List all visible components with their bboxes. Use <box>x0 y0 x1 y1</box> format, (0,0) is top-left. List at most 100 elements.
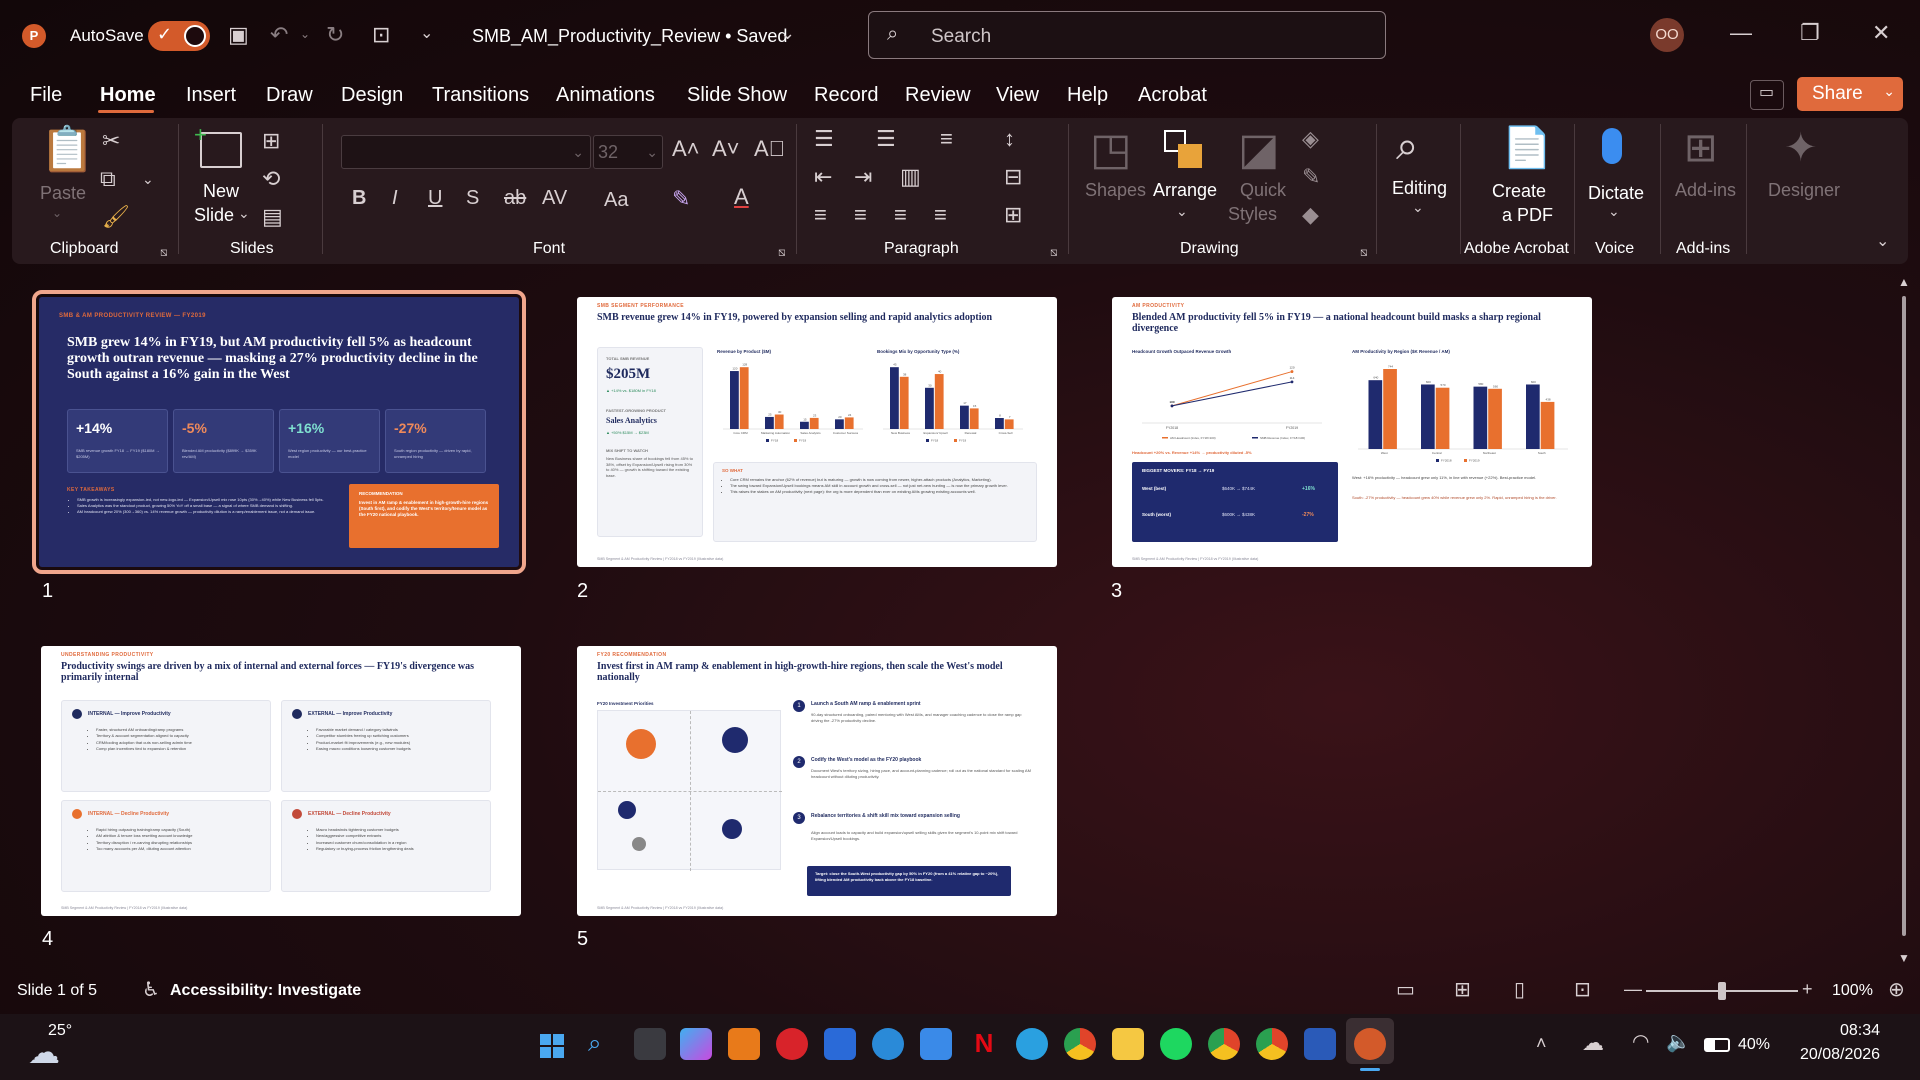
tab-design[interactable]: Design <box>341 84 403 107</box>
text-direction-icon[interactable]: ↕ <box>1004 128 1015 150</box>
align-left-icon[interactable]: ≡ <box>814 204 827 226</box>
align-text-icon[interactable]: ⊟ <box>1004 166 1022 188</box>
align-right-icon[interactable]: ≡ <box>894 204 907 226</box>
numbering-icon[interactable]: ☰ <box>876 128 896 150</box>
shapes-icon[interactable]: ◳ <box>1090 128 1132 172</box>
create-pdf-icon[interactable]: 📄 <box>1502 128 1552 168</box>
close-icon[interactable]: ✕ <box>1872 22 1890 44</box>
new-slide-icon[interactable]: + <box>194 122 242 168</box>
shape-fill-icon[interactable]: ◈ <box>1302 128 1319 150</box>
font-family-select[interactable]: ⌄ <box>341 135 591 169</box>
underline-icon[interactable]: U <box>428 188 442 208</box>
clear-formatting-icon[interactable]: A⃠ <box>754 138 785 160</box>
increase-indent-icon[interactable]: ⇥ <box>854 166 872 188</box>
bullets-icon[interactable]: ☰ <box>814 128 834 150</box>
tab-file[interactable]: File <box>30 84 62 107</box>
undo-icon[interactable]: ↶ <box>270 24 288 46</box>
scroll-up-icon[interactable]: ▲ <box>1898 276 1910 288</box>
addins-icon[interactable]: ⊞ <box>1684 128 1718 168</box>
addins-label[interactable]: Add-ins <box>1675 180 1736 201</box>
arrange-icon[interactable] <box>1164 130 1204 170</box>
redo-icon[interactable]: ↻ <box>326 24 344 46</box>
bold-icon[interactable]: B <box>352 188 366 208</box>
tab-review[interactable]: Review <box>905 84 971 107</box>
minimize-icon[interactable]: — <box>1730 22 1752 44</box>
document-title[interactable]: SMB_AM_Productivity_Review • Saved <box>472 26 787 47</box>
paste-icon[interactable]: 📋 <box>40 128 95 172</box>
word-icon[interactable] <box>1304 1028 1336 1060</box>
present-icon[interactable]: ⊡ <box>372 24 390 46</box>
slide-sorter-view-icon[interactable]: ⊞ <box>1454 980 1471 1000</box>
app-icon[interactable] <box>920 1028 952 1060</box>
create-pdf-label-1[interactable]: Create <box>1492 181 1546 202</box>
chrome-profile-2-icon[interactable] <box>1256 1028 1288 1060</box>
scrollbar-thumb[interactable] <box>1902 296 1906 936</box>
slide-thumbnail-4[interactable]: UNDERSTANDING PRODUCTIVITY Productivity … <box>41 646 521 916</box>
strikethrough-icon[interactable]: ab <box>504 188 526 208</box>
new-slide-label-2[interactable]: Slide <box>194 205 234 226</box>
font-launcher-icon[interactable]: ⧅ <box>778 246 786 258</box>
taskbar-search-icon[interactable]: ⌕ <box>588 1032 601 1056</box>
dictate-label[interactable]: Dictate <box>1588 183 1644 204</box>
zoom-slider-thumb[interactable] <box>1718 982 1726 1000</box>
undo-dropdown-icon[interactable]: ⌄ <box>300 28 310 40</box>
shape-effects-icon[interactable]: ◆ <box>1302 204 1319 226</box>
decrease-indent-icon[interactable]: ⇤ <box>814 166 832 188</box>
designer-label[interactable]: Designer <box>1768 180 1840 201</box>
reading-view-icon[interactable]: ▯ <box>1514 980 1525 1000</box>
drawing-launcher-icon[interactable]: ⧅ <box>1360 246 1368 258</box>
autosave-toggle[interactable]: ✓ <box>148 21 210 51</box>
paste-dropdown-icon[interactable]: ⌄ <box>52 207 62 219</box>
arrange-label[interactable]: Arrange <box>1153 180 1217 201</box>
tab-animations[interactable]: Animations <box>556 84 655 107</box>
accessibility-status[interactable]: Accessibility: Investigate <box>170 982 361 1000</box>
file-explorer-icon[interactable] <box>1112 1028 1144 1060</box>
search-box[interactable]: ⌕ Search <box>868 11 1386 59</box>
store-icon[interactable] <box>824 1028 856 1060</box>
tab-home[interactable]: Home <box>100 84 156 107</box>
avatar[interactable]: OO <box>1650 18 1684 52</box>
copilot-icon[interactable] <box>680 1028 712 1060</box>
zoom-out-icon[interactable]: — <box>1624 980 1642 998</box>
line-spacing-icon[interactable]: ≡ <box>940 128 953 150</box>
clock-time[interactable]: 08:34 <box>1840 1022 1880 1040</box>
change-case-icon[interactable]: Aa <box>604 190 628 210</box>
quick-styles-label-1[interactable]: Quick <box>1240 180 1286 201</box>
slide-thumbnail-2[interactable]: SMB SEGMENT PERFORMANCE SMB revenue grew… <box>577 297 1057 567</box>
tab-insert[interactable]: Insert <box>186 84 236 107</box>
dictate-dropdown-icon[interactable]: ⌄ <box>1608 204 1620 218</box>
powerpoint-taskbar-icon[interactable] <box>1354 1028 1386 1060</box>
slide-thumbnail-1[interactable]: SMB & AM PRODUCTIVITY REVIEW — FY2019 SM… <box>32 290 526 574</box>
pinterest-icon[interactable] <box>776 1028 808 1060</box>
microphone-icon[interactable] <box>1602 128 1622 164</box>
zoom-slider[interactable] <box>1646 982 1798 1000</box>
netflix-icon[interactable]: N <box>968 1028 1000 1060</box>
copy-icon[interactable]: ⧉ <box>100 168 116 190</box>
restore-icon[interactable]: ❐ <box>1800 22 1820 44</box>
spotify-icon[interactable] <box>1160 1028 1192 1060</box>
show-hidden-icons[interactable]: ˄ <box>1536 1034 1547 1052</box>
collapse-ribbon-icon[interactable]: ⌄ <box>1876 234 1889 250</box>
weather-cloud-icon[interactable]: ☁ <box>28 1036 60 1068</box>
shapes-label[interactable]: Shapes <box>1085 180 1146 201</box>
tab-slide-show[interactable]: Slide Show <box>687 84 787 107</box>
quick-styles-label-2[interactable]: Styles <box>1228 204 1277 225</box>
quick-styles-icon[interactable]: ◪ <box>1238 128 1280 172</box>
save-icon[interactable]: ▣ <box>228 24 249 46</box>
telegram-icon[interactable] <box>1016 1028 1048 1060</box>
font-color-icon[interactable]: A <box>734 186 749 208</box>
section-icon[interactable]: ▤ <box>262 206 283 228</box>
task-view-icon[interactable] <box>634 1028 666 1060</box>
tab-acrobat[interactable]: Acrobat <box>1138 84 1207 107</box>
columns-icon[interactable]: ▥ <box>900 166 921 188</box>
tab-record[interactable]: Record <box>814 84 878 107</box>
vlc-icon[interactable] <box>728 1028 760 1060</box>
character-spacing-icon[interactable]: AV <box>542 188 567 208</box>
slide-thumbnail-5[interactable]: FY20 RECOMMENDATION Invest first in AM r… <box>577 646 1057 916</box>
share-button[interactable]: Share ⌄ <box>1797 77 1903 111</box>
cut-icon[interactable]: ✂ <box>102 130 120 152</box>
tab-view[interactable]: View <box>996 84 1039 107</box>
zoom-level[interactable]: 100% <box>1832 982 1873 1000</box>
arrange-dropdown-icon[interactable]: ⌄ <box>1176 204 1188 218</box>
comments-button[interactable]: ▭ <box>1750 80 1784 110</box>
